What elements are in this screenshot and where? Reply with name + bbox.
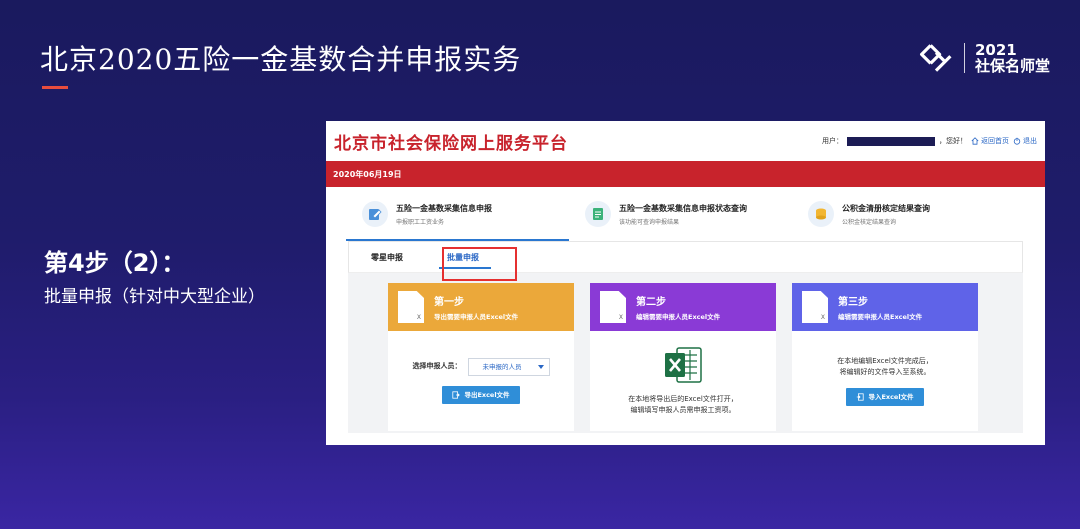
- logout-link-label: 退出: [1023, 137, 1037, 145]
- import-button-label: 导入Excel文件: [868, 392, 914, 401]
- export-excel-button[interactable]: 导出Excel文件: [442, 386, 520, 404]
- portal-screenshot: 北京市社会保险网上服务平台 用户： ，您好！ 返回首页 退出 2020年06月1…: [326, 121, 1045, 445]
- highlight-box: [442, 247, 517, 281]
- module-subtitle: 该功能可查询申报结果: [619, 218, 680, 226]
- select-label: 选择申报人员：: [412, 362, 462, 371]
- step-description: 编辑需要申报人员Excel文件: [636, 313, 721, 321]
- slide-title: 北京2020五险一金基数合并申报实务: [40, 43, 522, 76]
- brand-year: 2021: [974, 40, 1017, 59]
- module-title: 五险一金基数采集信息申报状态查询: [619, 203, 747, 213]
- chevron-down-icon: [537, 365, 544, 369]
- module-nav: 五险一金基数采集信息申报 申报职工工资业务 五险一金基数采集信息申报状态查询 该…: [326, 187, 1045, 241]
- step-description: 编辑需要申报人员Excel文件: [838, 313, 923, 321]
- home-link-label: 返回首页: [981, 137, 1009, 145]
- step2-instruction-line2: 编辑填写申报人员需申报工资项。: [630, 406, 736, 414]
- step3-instruction-line2: 将编辑好的文件导入至系统。: [839, 368, 931, 376]
- step-subheading: 批量申报（针对中大型企业）: [44, 287, 265, 307]
- export-button-label: 导出Excel文件: [464, 390, 510, 399]
- module-base-declare[interactable]: 五险一金基数采集信息申报 申报职工工资业务: [346, 187, 569, 241]
- user-area: 用户： ，您好！ 返回首页 退出: [822, 136, 1037, 146]
- user-suffix: ，您好！: [939, 137, 967, 145]
- title-underline: [42, 86, 68, 89]
- redacted-username: [847, 136, 935, 146]
- excel-app-icon: [665, 347, 702, 383]
- step2-instruction-line1: 在本地将导出后的Excel文件打开，: [628, 394, 738, 403]
- brand-logo-icon: [920, 44, 952, 72]
- step-description: 导出需要申报人员Excel文件: [434, 313, 519, 321]
- document-icon: [585, 201, 611, 227]
- step-card-header: X 第三步 编辑需要申报人员Excel文件: [792, 283, 978, 331]
- step-title: 第二步: [636, 297, 666, 308]
- brand: 2021 社保名师堂: [918, 40, 1050, 76]
- export-icon: [452, 391, 461, 399]
- module-fund-query[interactable]: 公积金清册核定结果查询 公积金核定结果查询: [792, 187, 1015, 241]
- person-select[interactable]: 未申报的人员: [467, 358, 550, 376]
- edit-icon: [362, 201, 388, 227]
- excel-file-icon: X: [802, 291, 828, 323]
- module-status-query[interactable]: 五险一金基数采集信息申报状态查询 该功能可查询申报结果: [569, 187, 792, 241]
- step-title: 第一步: [434, 297, 464, 308]
- step-card-header: X 第二步 编辑需要申报人员Excel文件: [590, 283, 776, 331]
- date-bar: 2020年06月19日: [326, 161, 1045, 187]
- step-title: 第三步: [838, 297, 868, 308]
- import-icon: [857, 393, 865, 401]
- brand-divider: [963, 43, 965, 73]
- step-card-header: X 第一步 导出需要申报人员Excel文件: [388, 283, 574, 331]
- home-icon: [971, 137, 979, 145]
- step-card-3: X 第三步 编辑需要申报人员Excel文件 在本地编辑Excel文件完成后， 将…: [792, 283, 978, 431]
- current-date: 2020年06月19日: [333, 169, 402, 179]
- power-icon: [1013, 137, 1021, 145]
- module-subtitle: 公积金核定结果查询: [842, 218, 897, 226]
- module-title: 五险一金基数采集信息申报: [396, 203, 492, 213]
- module-subtitle: 申报职工工资业务: [396, 218, 445, 226]
- portal-header: 北京市社会保险网上服务平台 用户： ，您好！ 返回首页 退出: [326, 121, 1045, 161]
- person-select-row: 选择申报人员： 未申报的人员: [413, 358, 550, 376]
- import-excel-button[interactable]: 导入Excel文件: [846, 388, 924, 407]
- excel-file-icon: X: [600, 291, 626, 323]
- step-heading: 第4步（2）：: [44, 249, 186, 277]
- coin-stack-icon: [808, 201, 834, 227]
- brand-name: 社保名师堂: [974, 57, 1050, 75]
- step-cards: X 第一步 导出需要申报人员Excel文件 选择申报人员： 未申报的人员 导出E…: [348, 273, 1023, 433]
- step-card-2: X 第二步 编辑需要申报人员Excel文件 在本地将导出后的Excel文件打开，…: [590, 283, 776, 431]
- select-value: 未申报的人员: [482, 362, 522, 371]
- step-card-1: X 第一步 导出需要申报人员Excel文件 选择申报人员： 未申报的人员 导出E…: [388, 283, 574, 431]
- module-title: 公积金清册核定结果查询: [842, 203, 930, 213]
- tab-single-declare[interactable]: 零星申报: [369, 252, 405, 263]
- home-link[interactable]: 返回首页: [971, 136, 1009, 146]
- user-prefix: 用户：: [822, 137, 843, 145]
- logout-link[interactable]: 退出: [1013, 136, 1037, 146]
- declare-tabs: 零星申报 批量申报: [348, 241, 1023, 281]
- step3-instruction-line1: 在本地编辑Excel文件完成后，: [837, 356, 933, 365]
- excel-file-icon: X: [398, 291, 424, 323]
- portal-title: 北京市社会保险网上服务平台: [334, 133, 568, 154]
